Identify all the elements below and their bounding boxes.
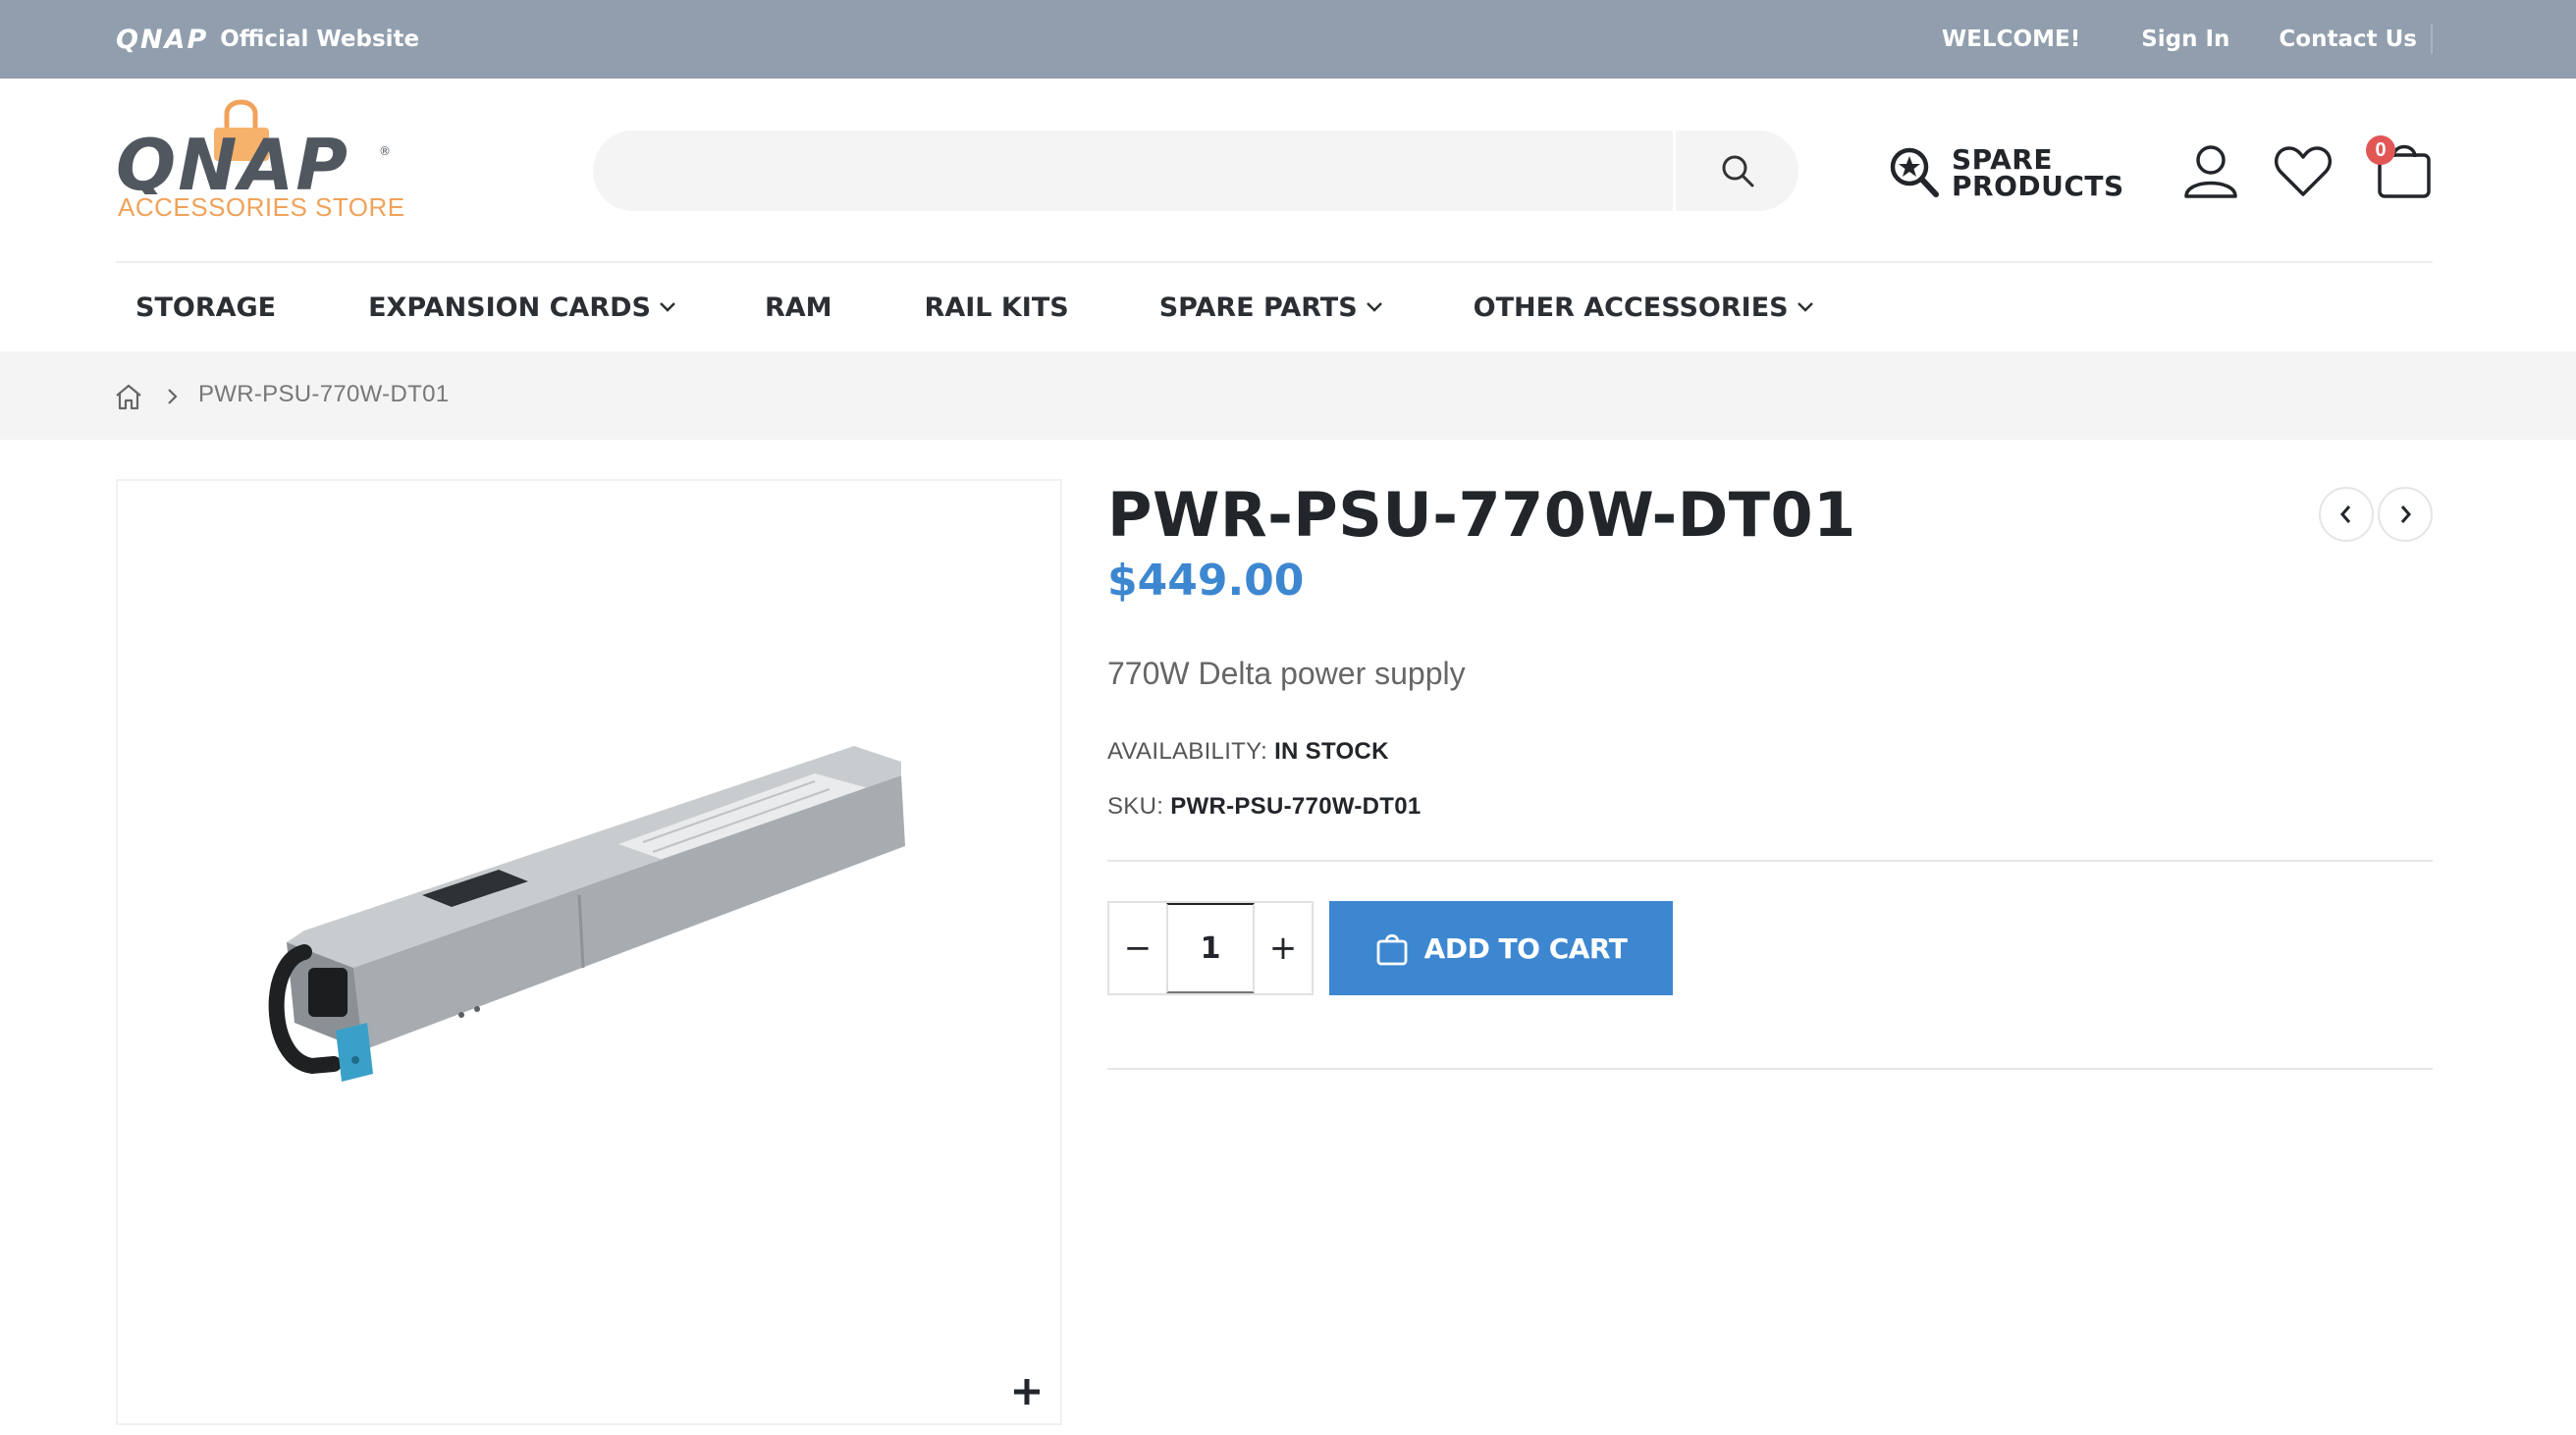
chevron-down-icon [660,302,675,312]
product-image-gallery [116,479,1062,1425]
zoom-plus-icon[interactable] [1011,1376,1043,1408]
brand-name: QNAP [116,124,349,194]
contact-us-link[interactable]: Contact Us [2279,27,2417,52]
search-input[interactable] [593,131,1673,211]
sign-in-link[interactable]: Sign In [2141,27,2229,52]
store-logo[interactable]: QNAP ® ACCESSORIES STORE [116,96,404,224]
chevron-down-icon [1366,302,1382,312]
info-divider-bottom [1107,1068,2433,1070]
spare-line2: PRODUCTS [1952,170,2124,202]
availability-value: IN STOCK [1274,738,1389,765]
availability-row: AVAILABILITY: IN STOCK [1107,738,1389,766]
svg-text:®: ® [379,144,391,158]
add-to-cart-label: ADD TO CART [1423,931,1628,965]
product-price: $449.00 [1107,556,1305,606]
official-website-link[interactable]: QNAP Official Website [116,24,419,55]
add-to-cart-button[interactable]: ADD TO CART [1329,901,1673,995]
search-button[interactable] [1676,131,1798,211]
cart-count-badge: 0 [2366,135,2395,165]
user-account-icon[interactable] [2181,143,2240,198]
previous-product-button[interactable] [2319,487,2374,542]
nav-item-ram[interactable]: RAM [765,292,832,323]
nav-label-spare-parts: SPARE PARTS [1158,292,1358,323]
official-website-label: Official Website [220,27,420,52]
product-image[interactable] [265,736,952,1168]
nav-label-other-accessories: OTHER ACCESSORIES [1473,292,1789,323]
chevron-right-icon [2400,505,2411,523]
quantity-stepper: − + [1107,901,1314,995]
chevron-down-icon [1797,302,1813,312]
qnap-logo-small: QNAP [116,24,209,55]
nav-item-storage[interactable]: STORAGE [135,292,276,323]
brand-subtitle: ACCESSORIES STORE [118,192,405,222]
spare-products-link[interactable]: SPARE PRODUCTS [1889,143,2124,202]
spare-line1: SPARE [1952,143,2053,176]
shopping-bag-logo-icon: QNAP ® [116,99,391,194]
chevron-left-icon [2340,505,2351,523]
product-title: PWR-PSU-770W-DT01 [1107,479,1856,551]
nav-label-expansion-cards: EXPANSION CARDS [368,292,651,323]
nav-item-other-accessories[interactable]: OTHER ACCESSORIES [1474,292,1814,323]
nav-label-ram: RAM [764,292,832,323]
sku-label: SKU: [1107,793,1164,820]
sku-row: SKU: PWR-PSU-770W-DT01 [1107,793,1422,821]
chevron-right-icon [168,389,178,404]
quantity-decrease-button[interactable]: − [1109,903,1166,993]
sku-value: PWR-PSU-770W-DT01 [1170,793,1422,820]
welcome-text: WELCOME! [1941,27,2081,52]
top-bar-divider [2431,25,2433,54]
shopping-bag-icon [1376,933,1408,966]
availability-label: AVAILABILITY: [1107,738,1268,765]
next-product-button[interactable] [2378,487,2433,542]
product-short-description: 770W Delta power supply [1107,656,1466,691]
search-icon [1722,155,1753,187]
info-divider-top [1107,860,2433,862]
search-bar [593,131,1798,211]
wishlist-heart-icon[interactable] [2274,145,2333,198]
top-bar-links: WELCOME! Sign In Contact Us [1942,0,2433,79]
nav-label-rail-kits: RAIL KITS [924,292,1069,323]
quantity-input[interactable] [1166,903,1255,993]
top-bar: QNAP Official Website WELCOME! Sign In C… [0,0,2576,79]
quantity-increase-button[interactable]: + [1255,903,1312,993]
nav-item-expansion-cards[interactable]: EXPANSION CARDS [368,292,676,323]
spare-products-label: SPARE PRODUCTS [1952,143,2124,202]
nav-item-spare-parts[interactable]: SPARE PARTS [1159,292,1383,323]
nav-label-storage: STORAGE [135,292,277,323]
breadcrumb-current: PWR-PSU-770W-DT01 [198,381,450,407]
main-navigation: STORAGE EXPANSION CARDS RAM RAIL KITS SP… [116,263,1814,351]
nav-item-rail-kits[interactable]: RAIL KITS [925,292,1069,323]
home-icon[interactable] [114,383,143,410]
spare-search-star-icon [1890,147,1939,197]
